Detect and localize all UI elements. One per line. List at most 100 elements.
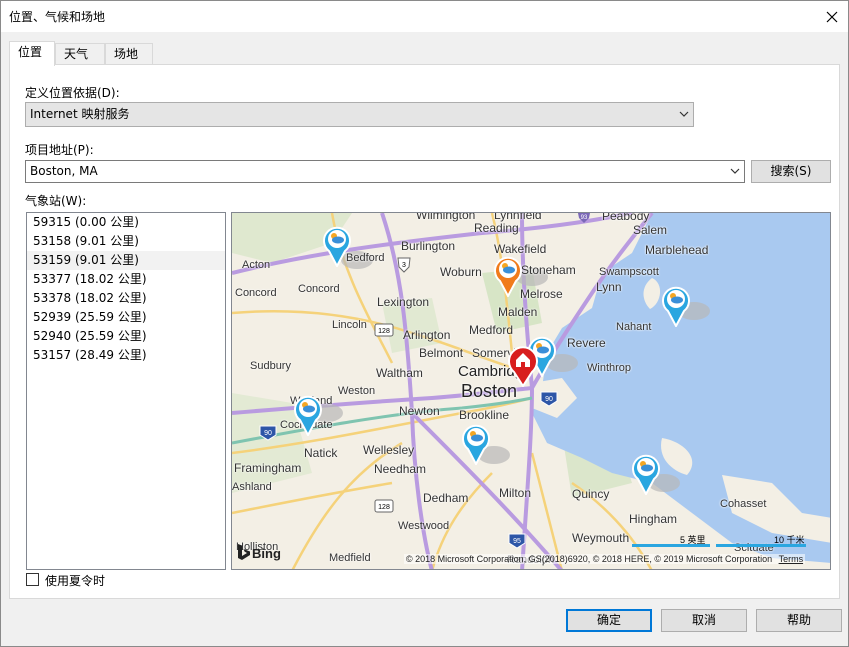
scale-miles-bar [632, 544, 710, 547]
map-label: Westwood [398, 520, 450, 532]
station-item-label: 53158 (9.01 公里) [33, 234, 139, 248]
cancel-button-label: 取消 [691, 613, 716, 627]
route-shield-icon: 95 [508, 533, 526, 549]
map-label: Cohasset [720, 498, 767, 510]
map-label: Reading [474, 221, 519, 235]
map-terms-link[interactable]: Terms [779, 554, 804, 564]
weather-station-pin-icon[interactable] [662, 285, 690, 327]
map-label: Acton [242, 259, 271, 271]
route-shield-icon: 93 [578, 213, 590, 223]
map-label: Marblehead [645, 243, 709, 257]
tab-site[interactable]: 场地 [105, 43, 153, 65]
ok-button[interactable]: 确定 [566, 609, 652, 632]
title-bar: 位置、气候和场地 [1, 1, 848, 32]
station-item-label: 53157 (28.49 公里) [33, 348, 147, 362]
map-label: Wilmington [416, 212, 476, 222]
map-label: Brookline [459, 408, 510, 422]
location-climate-site-dialog: 位置、气候和场地 位置 天气 场地 定义位置依据(D): Internet 映射… [0, 0, 849, 647]
route-badge-label: 128 [378, 504, 390, 511]
weather-station-list[interactable]: 59315 (0.00 公里) 53158 (9.01 公里) 53159 (9… [26, 212, 226, 570]
map-label: Dedham [423, 491, 469, 505]
search-button[interactable]: 搜索(S) [751, 160, 831, 183]
station-item-label: 53377 (18.02 公里) [33, 272, 147, 286]
address-input[interactable]: Boston, MA [25, 160, 745, 183]
map-label: Wakefield [494, 242, 547, 256]
map-label: Woburn [440, 265, 482, 279]
station-item[interactable]: 53158 (9.01 公里) [27, 232, 225, 251]
map-label: Melrose [520, 287, 563, 301]
map-label: Burlington [401, 239, 456, 253]
help-button[interactable]: 帮助 [756, 609, 842, 632]
basis-value: Internet 映射服务 [30, 107, 130, 121]
station-item[interactable]: 52939 (25.59 公里) [27, 308, 225, 327]
map-label: Belmont [419, 346, 464, 360]
address-value: Boston, MA [30, 164, 98, 178]
map-label: Waltham [376, 366, 423, 380]
station-item-label: 59315 (0.00 公里) [33, 215, 139, 229]
map-label: Natick [304, 446, 338, 460]
tab-weather-label: 天气 [64, 47, 89, 61]
close-button[interactable] [816, 1, 848, 32]
map-label: Lynn [596, 280, 622, 294]
map-label: Weston [338, 385, 376, 397]
map-label: Revere [567, 336, 606, 350]
weather-station-pin-icon[interactable] [323, 225, 351, 267]
map-label: Framingham [234, 461, 302, 475]
cancel-button[interactable]: 取消 [661, 609, 747, 632]
map-label: Needham [374, 462, 427, 476]
station-item[interactable]: 53377 (18.02 公里) [27, 270, 225, 289]
station-item[interactable]: 59315 (0.00 公里) [27, 213, 225, 232]
map-label: Medford [469, 323, 514, 337]
route-shield-icon: 90 [540, 391, 558, 407]
station-item-label: 52939 (25.59 公里) [33, 310, 147, 324]
map-label: Salem [633, 223, 668, 237]
basis-label: 定义位置依据(D): [25, 86, 120, 100]
selected-station-pin-icon[interactable] [494, 255, 522, 297]
scale-km-bar [716, 544, 806, 547]
tab-location[interactable]: 位置 [9, 41, 55, 66]
route-shield-icon: 128 [374, 499, 394, 513]
map-label: Milton [499, 486, 532, 500]
route-badge-label: 90 [264, 430, 272, 437]
map-label: Concord [298, 283, 340, 295]
bing-brand: Bing [252, 545, 281, 561]
route-shield-icon: 90 [259, 425, 277, 441]
home-pin-icon[interactable] [508, 345, 538, 387]
location-panel: 定义位置依据(D): Internet 映射服务 项目地址(P): Boston… [9, 64, 840, 599]
route-badge-label: 95 [513, 538, 521, 545]
map-label: Lincoln [332, 319, 367, 331]
map-view[interactable]: 3 128 90 90 95 128 93 Wilmington Lynnfie… [231, 212, 831, 570]
station-item[interactable]: 52940 (25.59 公里) [27, 327, 225, 346]
map-label: Weymouth [572, 531, 630, 545]
map-label: Arlington [403, 328, 451, 342]
map-label: Malden [498, 305, 538, 319]
map-label: Wellesley [363, 443, 415, 457]
route-badge-label: 128 [378, 328, 390, 335]
bing-icon [238, 544, 250, 560]
weather-station-pin-icon[interactable] [462, 423, 490, 465]
map-label: Stoneham [521, 263, 576, 277]
weather-station-pin-icon[interactable] [632, 453, 660, 495]
map-label: Quincy [572, 487, 610, 501]
map-label: Winthrop [587, 362, 632, 374]
help-button-label: 帮助 [786, 613, 811, 627]
route-shield-icon: 3 [397, 257, 411, 273]
chevron-down-icon[interactable] [730, 166, 740, 176]
station-item[interactable]: 53378 (18.02 公里) [27, 289, 225, 308]
map-label: Peabody [602, 212, 650, 223]
map-label: Concord [235, 287, 277, 299]
dst-checkbox[interactable] [26, 573, 39, 586]
basis-dropdown[interactable]: Internet 映射服务 [25, 102, 694, 127]
map-label: Bedford [346, 252, 385, 264]
station-item-label: 53378 (18.02 公里) [33, 291, 147, 305]
bing-logo: Bing [237, 544, 281, 562]
map-label: Lexington [377, 295, 430, 309]
route-badge-label: 93 [581, 215, 588, 221]
tab-site-label: 场地 [114, 47, 139, 61]
tab-weather[interactable]: 天气 [55, 43, 105, 65]
station-item[interactable]: 53157 (28.49 公里) [27, 346, 225, 365]
route-badge-label: 90 [545, 396, 553, 403]
search-button-label: 搜索(S) [770, 164, 812, 178]
weather-station-pin-icon[interactable] [294, 394, 322, 436]
station-item-selected[interactable]: 53159 (9.01 公里) [27, 251, 225, 270]
